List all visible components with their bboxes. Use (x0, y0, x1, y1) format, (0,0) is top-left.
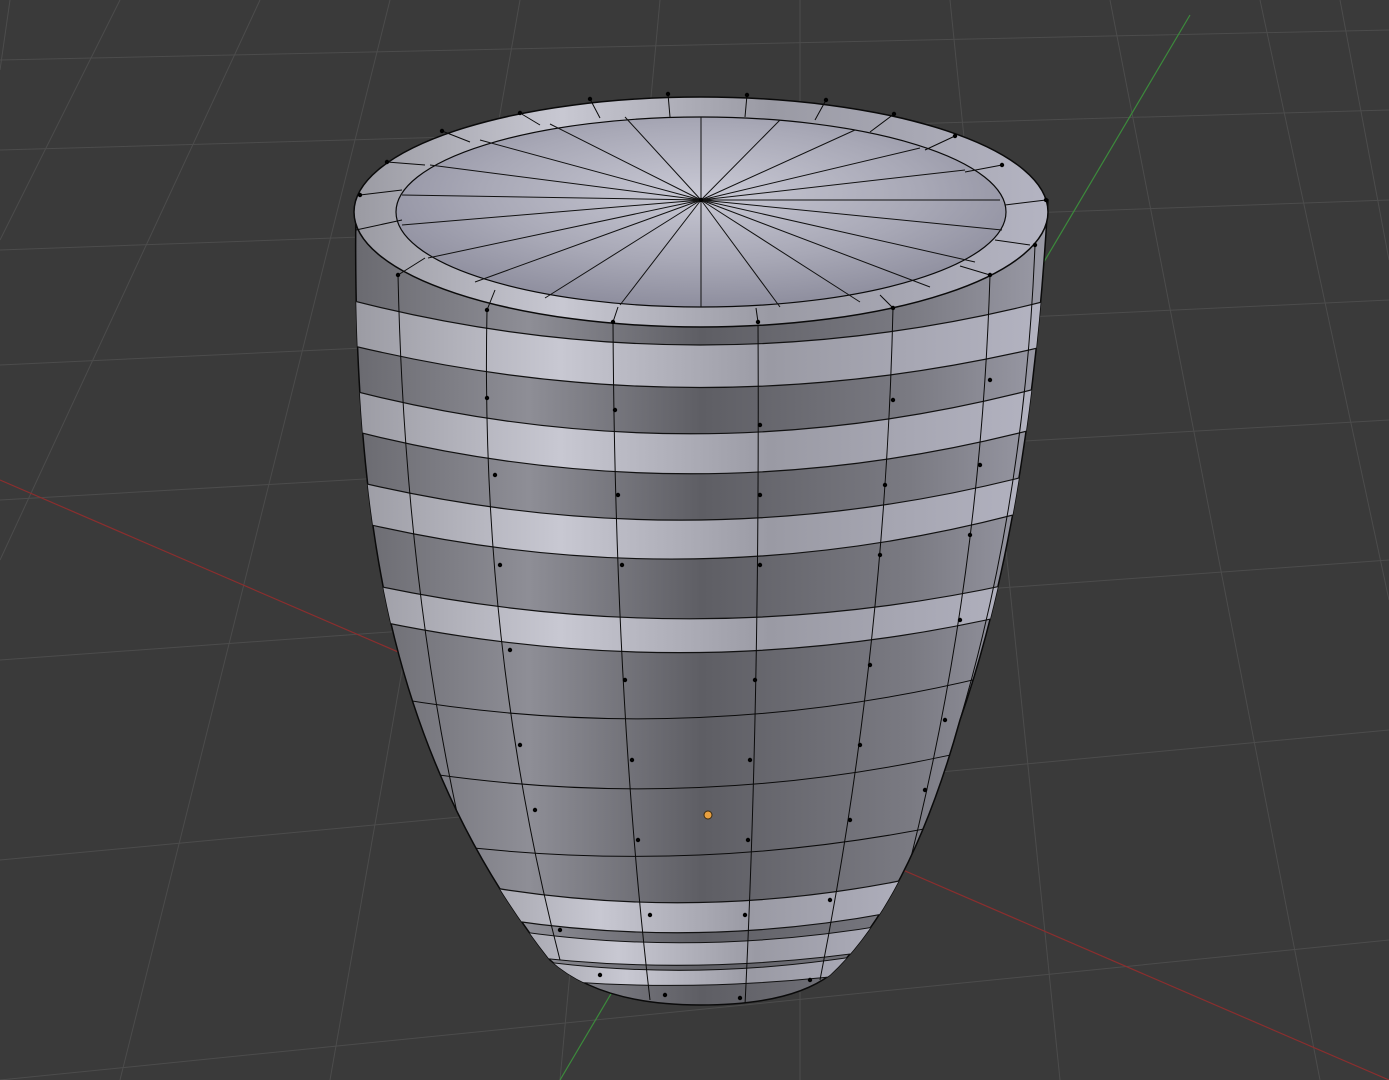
viewport-canvas[interactable] (0, 0, 1389, 1080)
barrel-mesh[interactable] (350, 91, 1050, 1006)
3d-viewport[interactable] (0, 0, 1389, 1080)
object-origin[interactable] (703, 810, 713, 820)
